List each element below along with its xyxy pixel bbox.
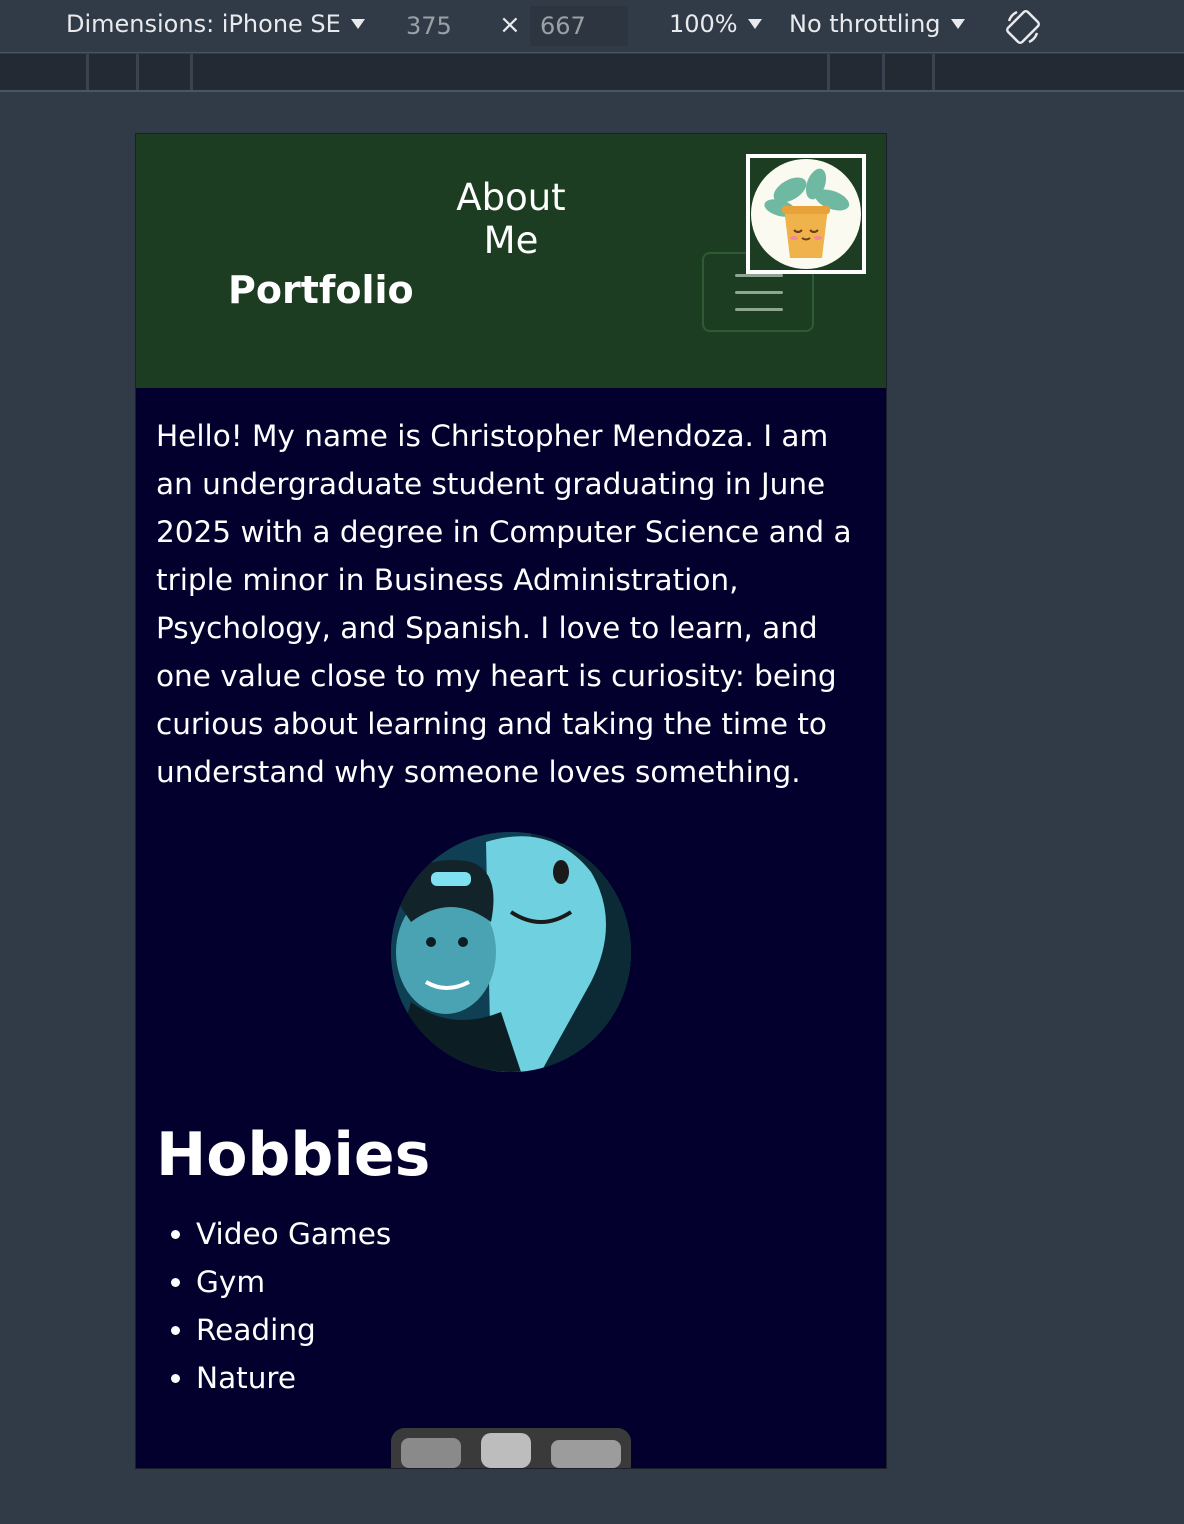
ruler-tick xyxy=(136,54,139,90)
ruler-tick xyxy=(932,54,935,90)
device-viewport: About Me Portfolio Hello! My name is Chr… xyxy=(135,133,887,1469)
nav-link-about-me[interactable]: About Me xyxy=(426,176,596,262)
height-value: 667 xyxy=(540,12,586,40)
chevron-down-icon xyxy=(747,19,762,29)
ruler-tick xyxy=(882,54,885,90)
zoom-label: 100% xyxy=(669,10,738,38)
hamburger-icon xyxy=(735,308,783,311)
device-label: Dimensions: iPhone SE xyxy=(66,10,341,38)
chevron-down-icon xyxy=(950,19,965,29)
list-item: Gym xyxy=(196,1258,391,1306)
hobby-image xyxy=(391,1428,631,1468)
intro-paragraph: Hello! My name is Christopher Mendoza. I… xyxy=(156,419,852,789)
throttle-select[interactable]: No throttling xyxy=(789,10,965,38)
ruler-tick xyxy=(827,54,830,90)
height-input[interactable]: 667 xyxy=(530,6,628,46)
ruler-tick xyxy=(86,54,89,90)
plant-logo-icon[interactable] xyxy=(746,154,866,274)
chevron-down-icon xyxy=(350,19,365,29)
hobbies-heading: Hobbies xyxy=(156,1120,431,1190)
device-select[interactable]: Dimensions: iPhone SE xyxy=(66,10,365,38)
main-content: Hello! My name is Christopher Mendoza. I… xyxy=(156,412,866,1468)
width-input[interactable]: 375 xyxy=(396,6,496,46)
hobbies-list: Video Games Gym Reading Nature xyxy=(196,1210,391,1402)
zoom-select[interactable]: 100% xyxy=(669,10,762,38)
hamburger-icon xyxy=(735,291,783,294)
list-item: Reading xyxy=(196,1306,391,1354)
devtools-toolbar: Dimensions: iPhone SE 375 × 667 100% No … xyxy=(0,0,1184,53)
navbar: About Me Portfolio xyxy=(136,134,886,388)
ruler-tick xyxy=(190,54,193,90)
throttle-label: No throttling xyxy=(789,10,941,38)
media-query-ruler xyxy=(0,54,1184,92)
profile-photo xyxy=(391,832,631,1072)
navbar-brand[interactable]: Portfolio xyxy=(228,268,414,312)
dimension-separator: × xyxy=(499,10,521,40)
rotate-icon[interactable] xyxy=(1003,7,1043,47)
width-value: 375 xyxy=(406,12,452,40)
list-item: Video Games xyxy=(196,1210,391,1258)
list-item: Nature xyxy=(196,1354,391,1402)
